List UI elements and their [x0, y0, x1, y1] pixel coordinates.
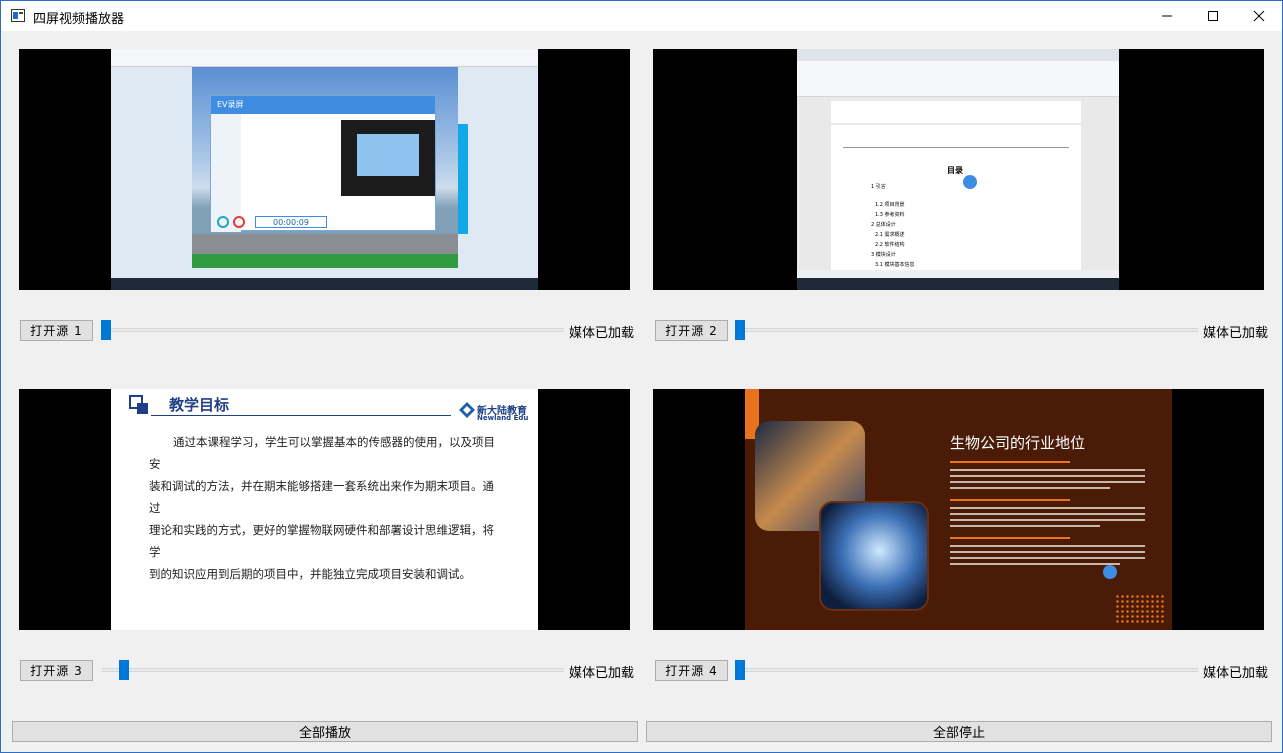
- title-bar: 四屏视频播放器: [1, 1, 1282, 31]
- seek-handle-1[interactable]: [101, 320, 111, 340]
- slide3-title: 教学目标: [169, 396, 230, 414]
- open-source-2-button[interactable]: 打开源 2: [655, 320, 728, 341]
- doc-page-toc: 目录 1 引言 1.2 项目背景 1.3 参考资料 2 总体设计 2.1 需求概…: [831, 125, 1081, 275]
- seek-slider-2[interactable]: [736, 328, 1198, 332]
- toc-item: 3 模块设计: [871, 252, 896, 258]
- video-frame-4: 生物公司的行业地位: [745, 389, 1172, 630]
- frame-window-bar: [111, 49, 538, 67]
- dot-pattern: [1115, 594, 1165, 624]
- doc-heading: 目录: [947, 166, 963, 175]
- doc-page-top: [831, 101, 1081, 123]
- seek-slider-1[interactable]: [102, 328, 564, 332]
- open-source-1-button[interactable]: 打开源 1: [20, 320, 93, 341]
- seek-handle-3[interactable]: [119, 660, 129, 680]
- close-button[interactable]: [1236, 1, 1282, 31]
- maximize-button[interactable]: [1190, 1, 1236, 31]
- open-source-4-button[interactable]: 打开源 4: [655, 660, 728, 681]
- app-window: 四屏视频播放器 EV录屏 00:00:09 打开源 1 媒体已加载 目录 1 引…: [0, 0, 1283, 753]
- open-source-3-button[interactable]: 打开源 3: [20, 660, 93, 681]
- stop-all-button[interactable]: 全部停止: [646, 721, 1272, 742]
- grass: [192, 254, 458, 268]
- play-all-button[interactable]: 全部播放: [12, 721, 638, 742]
- slide3-line: 理论和实践的方式，更好的掌握物联网硬件和部署设计思维逻辑，将学: [149, 523, 494, 559]
- toc-item: 1.2 项目背景: [875, 202, 905, 208]
- toc-item: 1.3 参考资料: [875, 212, 905, 218]
- ev-app-title: EV录屏: [217, 100, 244, 109]
- video-frame-3: 教学目标 新大陆教育 Newland Edu 通过本课程学习，学生可以掌握基本的…: [111, 389, 538, 630]
- seek-handle-2[interactable]: [735, 320, 745, 340]
- slide3-line: 通过本课程学习，学生可以掌握基本的传感器的使用，以及项目安: [149, 435, 495, 471]
- toc-item: 1 引言: [871, 184, 886, 190]
- slide3-body: 通过本课程学习，学生可以掌握基本的传感器的使用，以及项目安 装和调试的方法，并在…: [149, 431, 499, 585]
- seek-slider-4[interactable]: [736, 668, 1198, 672]
- wps-ribbon: [797, 61, 1119, 97]
- slide4-text-block: [950, 461, 1150, 565]
- frame-taskbar: [797, 278, 1119, 290]
- slide4-title: 生物公司的行业地位: [950, 434, 1086, 452]
- blue-strip: [458, 124, 468, 234]
- magnifier-image: [819, 501, 929, 611]
- video-frame-1: EV录屏 00:00:09: [111, 49, 538, 290]
- toc-item: 2.1 需求概述: [875, 232, 905, 238]
- toc-item: 2.2 软件结构: [875, 242, 905, 248]
- browser-tabs: [797, 49, 1119, 61]
- toc-item: 2 总体设计: [871, 222, 896, 228]
- toc-item: 3.1 模块基本信息: [875, 262, 915, 268]
- status-label-2: 媒体已加载: [1203, 326, 1269, 341]
- status-label-4: 媒体已加载: [1203, 666, 1269, 681]
- brand-en: Newland Edu: [477, 414, 529, 422]
- status-label-1: 媒体已加载: [569, 326, 635, 341]
- status-label-3: 媒体已加载: [569, 666, 635, 681]
- minimize-icon: [1162, 15, 1172, 17]
- ev-timer: 00:00:09: [255, 216, 327, 228]
- video-display-1[interactable]: EV录屏 00:00:09: [19, 49, 630, 290]
- close-icon: [1253, 10, 1265, 22]
- seek-handle-4[interactable]: [735, 660, 745, 680]
- slide3-line: 到的知识应用到后期的项目中，并能独立完成项目安装和调试。: [149, 567, 471, 581]
- video-frame-2: 目录 1 引言 1.2 项目背景 1.3 参考资料 2 总体设计 2.1 需求概…: [797, 49, 1119, 290]
- video-display-2[interactable]: 目录 1 引言 1.2 项目背景 1.3 参考资料 2 总体设计 2.1 需求概…: [653, 49, 1264, 290]
- video-display-4[interactable]: 生物公司的行业地位: [653, 389, 1264, 630]
- maximize-icon: [1208, 11, 1218, 21]
- road: [192, 234, 458, 254]
- app-icon: [11, 9, 25, 22]
- seek-slider-3[interactable]: [102, 668, 564, 672]
- window-title: 四屏视频播放器: [33, 12, 125, 27]
- video-display-3[interactable]: 教学目标 新大陆教育 Newland Edu 通过本课程学习，学生可以掌握基本的…: [19, 389, 630, 630]
- newland-logo-icon: [459, 402, 475, 418]
- frame-taskbar: [111, 278, 538, 290]
- slide3-line: 装和调试的方法，并在期末能够搭建一套系统出来作为期末项目。通过: [149, 479, 494, 515]
- ev-recorder-window: EV录屏 00:00:09: [210, 95, 436, 232]
- minimize-button[interactable]: [1144, 1, 1190, 31]
